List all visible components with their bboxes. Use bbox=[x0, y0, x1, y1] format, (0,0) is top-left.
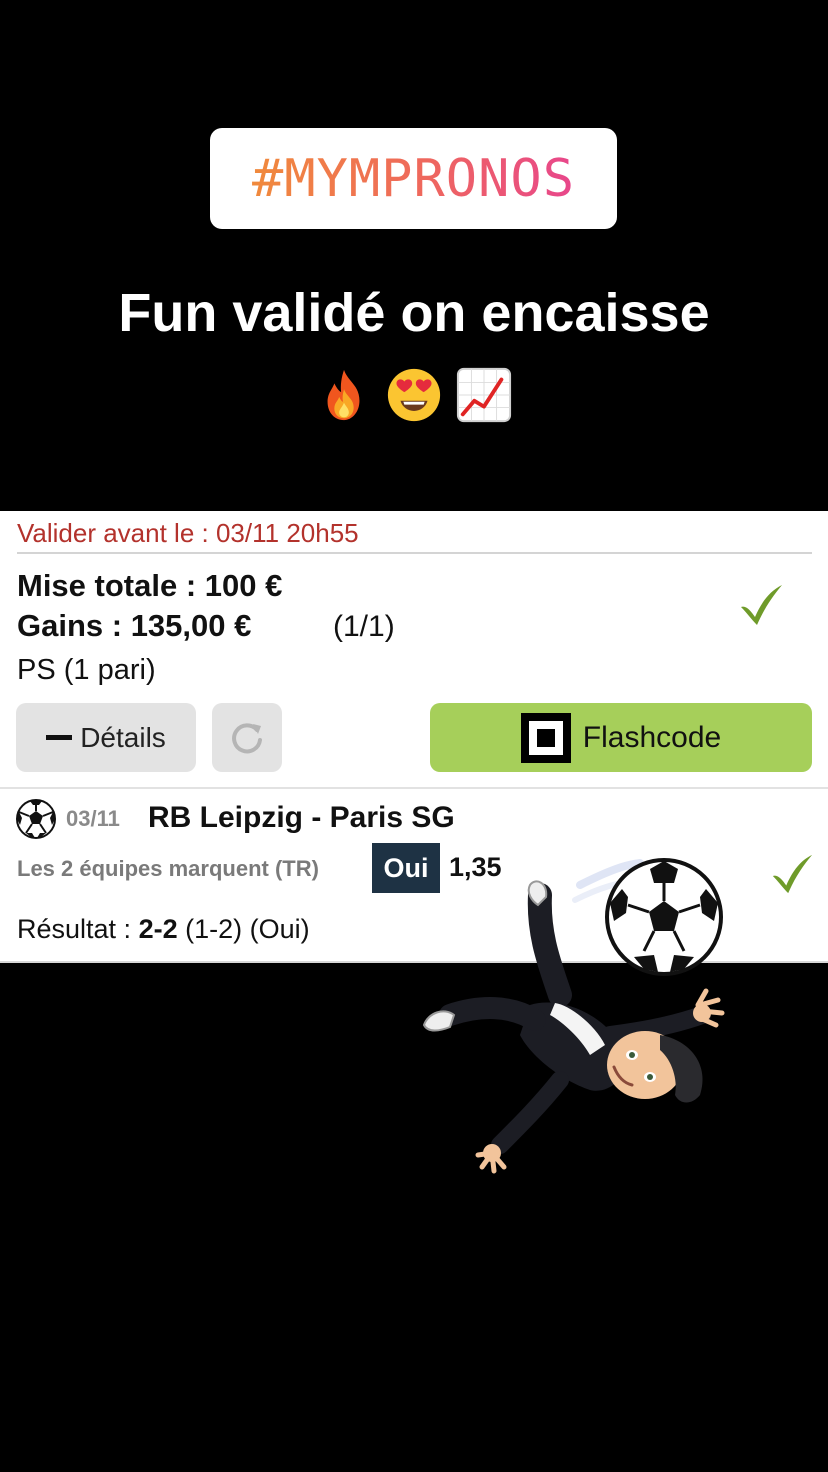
divider bbox=[0, 787, 828, 789]
gains-amount: Gains : 135,00 € bbox=[17, 608, 252, 643]
story-caption: Fun validé on encaisse bbox=[118, 283, 710, 343]
hashtag-text: #MYMPRONOS bbox=[251, 148, 576, 209]
result-score: 2-2 bbox=[138, 914, 178, 944]
bet-market: Les 2 équipes marquent (TR) bbox=[17, 856, 319, 881]
match-title: RB Leipzig - Paris SG bbox=[148, 801, 455, 834]
bet-count: (1/1) bbox=[333, 610, 395, 643]
flashcode-button[interactable]: Flashcode bbox=[430, 703, 812, 772]
match-result: Résultat : 2-2 (1-2) (Oui) bbox=[17, 914, 310, 945]
football bbox=[605, 858, 723, 976]
flashcode-label: Flashcode bbox=[582, 720, 722, 754]
chart-increasing-emoji bbox=[456, 367, 512, 423]
won-check-icon bbox=[741, 585, 782, 625]
emoji-row bbox=[0, 366, 828, 424]
details-label: Détails bbox=[80, 721, 166, 753]
qr-code-icon bbox=[520, 712, 571, 763]
selection-won-check-icon bbox=[772, 854, 813, 894]
deadline-text: Valider avant le : 03/11 20h55 bbox=[17, 518, 359, 548]
result-detail: (1-2) (Oui) bbox=[177, 914, 310, 944]
bet-type: PS (1 pari) bbox=[17, 654, 156, 686]
divider bbox=[17, 552, 812, 554]
match-date: 03/11 bbox=[66, 806, 120, 831]
details-button[interactable]: Détails bbox=[16, 703, 196, 772]
refresh-button[interactable] bbox=[212, 703, 282, 772]
soccer-ball-icon bbox=[16, 799, 56, 839]
result-label: Résultat : bbox=[17, 914, 139, 944]
bicycle-kick-avatar-sticker bbox=[422, 858, 725, 1174]
refresh-icon bbox=[232, 722, 262, 753]
fire-emoji bbox=[327, 369, 360, 421]
hashtag-sticker: #MYMPRONOS bbox=[210, 128, 617, 229]
heart-eyes-emoji bbox=[387, 368, 441, 422]
total-stake: Mise totale : 100 € bbox=[17, 568, 283, 603]
minus-icon bbox=[46, 735, 73, 740]
